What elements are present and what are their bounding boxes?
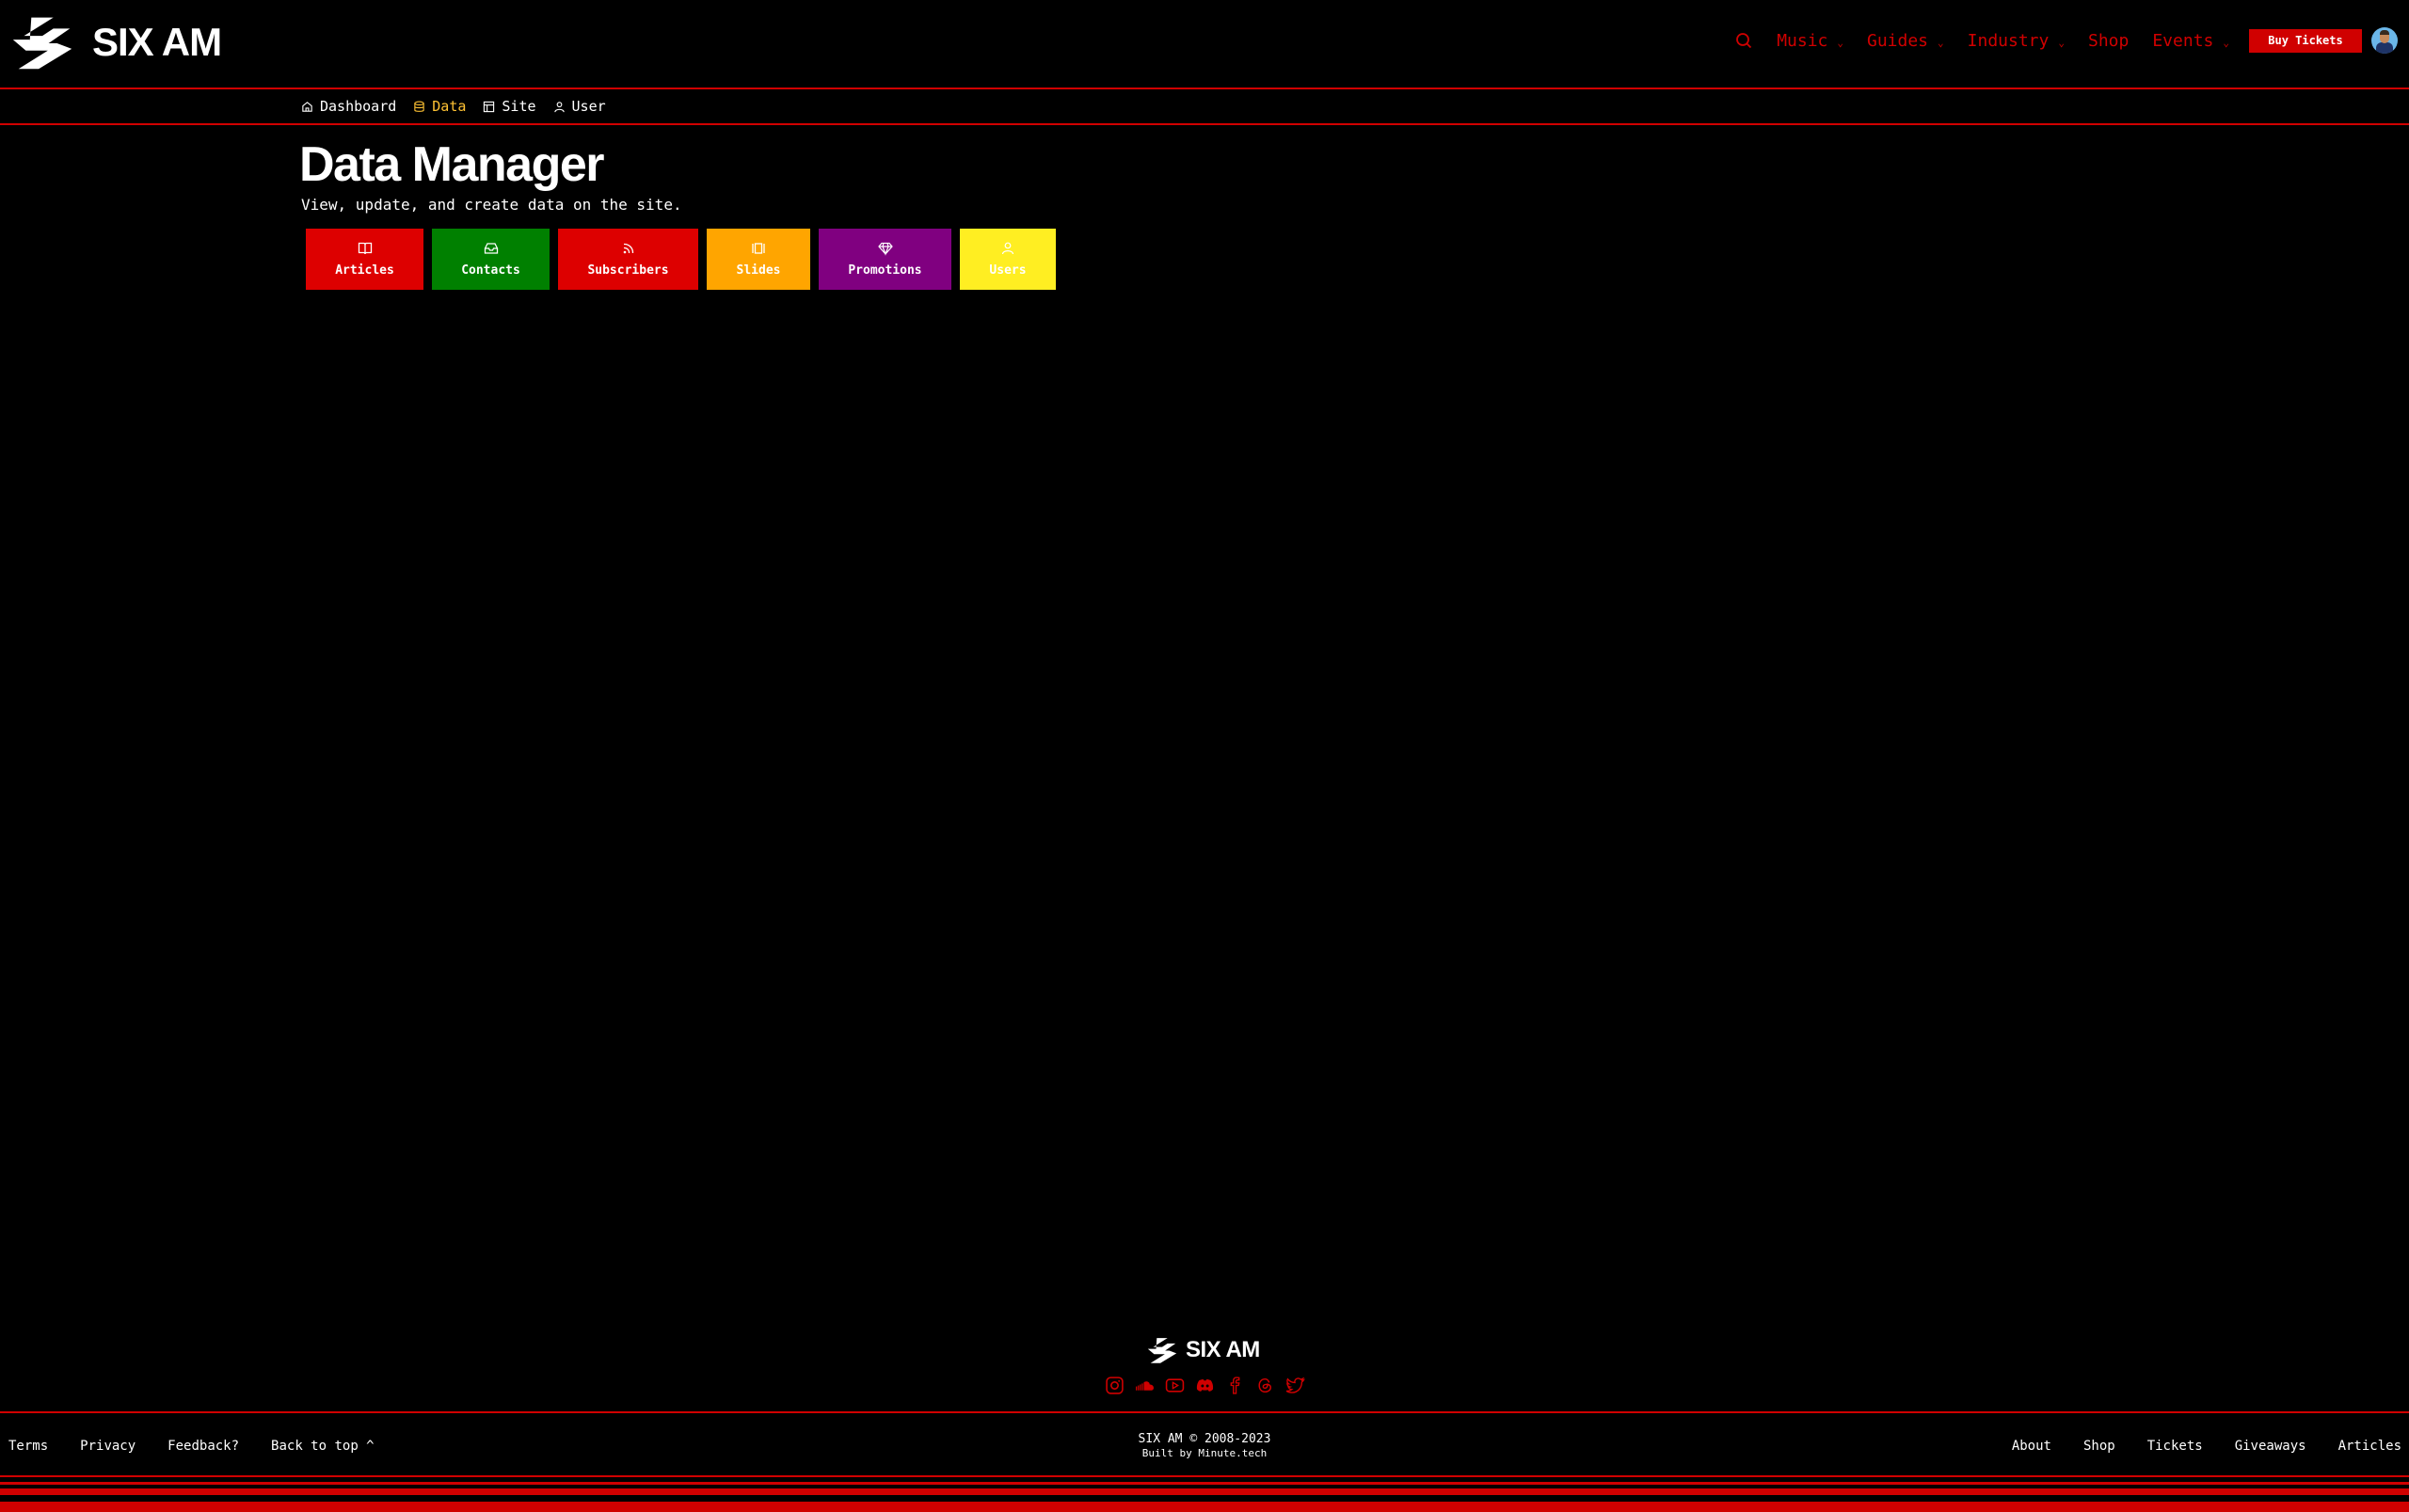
youtube-link[interactable]	[1165, 1376, 1185, 1395]
chevron-down-icon: ⌄	[1837, 37, 1843, 49]
buy-tickets-button[interactable]: Buy Tickets	[2249, 29, 2362, 53]
subnav-item-dashboard[interactable]: Dashboard	[301, 98, 396, 115]
footer-stripe	[0, 1482, 2409, 1485]
footer-right-links: About Shop Tickets Giveaways Articles	[2012, 1439, 2401, 1454]
site-logo[interactable]: SIX AM	[6, 13, 221, 72]
user-icon	[553, 101, 566, 113]
slides-icon	[751, 241, 766, 256]
footer-stripe	[0, 1502, 2409, 1512]
chevron-down-icon: ⌄	[1938, 37, 1944, 49]
site-header: SIX AM Music⌄ Guides⌄ Industry⌄ Shop Eve…	[0, 0, 2409, 89]
footer-link-tickets[interactable]: Tickets	[2147, 1439, 2203, 1454]
tile-articles[interactable]: Articles	[306, 229, 423, 290]
search-button[interactable]	[1733, 30, 1754, 51]
admin-subnav: Dashboard Data Site User	[0, 90, 2409, 125]
main-nav: Music⌄ Guides⌄ Industry⌄ Shop Events⌄ Bu…	[1733, 24, 2398, 56]
footer-link-giveaways[interactable]: Giveaways	[2235, 1439, 2306, 1454]
tile-promotions[interactable]: Promotions	[819, 229, 951, 290]
nav-item-shop[interactable]: Shop	[2088, 31, 2129, 51]
tile-slides[interactable]: Slides	[707, 229, 810, 290]
discord-link[interactable]	[1195, 1376, 1215, 1395]
footer-stripe	[0, 1488, 2409, 1495]
subnav-item-data[interactable]: Data	[413, 98, 466, 115]
tile-subscribers[interactable]: Subscribers	[558, 229, 698, 290]
twitter-link[interactable]	[1285, 1376, 1305, 1395]
nav-item-events[interactable]: Events⌄	[2152, 31, 2229, 51]
facebook-icon	[1225, 1376, 1245, 1395]
nav-item-guides[interactable]: Guides⌄	[1867, 31, 1944, 51]
twitter-icon	[1285, 1376, 1305, 1395]
social-links	[1105, 1376, 1305, 1395]
footer-link-articles[interactable]: Articles	[2338, 1439, 2401, 1454]
footer-stripe	[0, 1475, 2409, 1477]
tile-contacts[interactable]: Contacts	[432, 229, 550, 290]
inbox-icon	[484, 241, 499, 256]
footer-logo-text: SIX AM	[1186, 1337, 1260, 1363]
tile-users[interactable]: Users	[960, 229, 1056, 290]
nav-item-industry[interactable]: Industry⌄	[1968, 31, 2065, 51]
page-title: Data Manager	[299, 136, 603, 193]
six-am-logo-icon	[1144, 1336, 1180, 1364]
layout-icon	[483, 101, 495, 113]
data-tiles: Articles Contacts Subscribers Slides Pro…	[306, 229, 1056, 290]
user-icon	[1000, 241, 1015, 256]
instagram-icon	[1105, 1376, 1125, 1395]
chevron-down-icon: ⌄	[2058, 37, 2065, 49]
search-icon	[1735, 32, 1752, 49]
database-icon	[413, 101, 425, 113]
threads-icon	[1255, 1376, 1275, 1395]
six-am-logo-icon	[6, 13, 79, 72]
footer-link-shop[interactable]: Shop	[2083, 1439, 2115, 1454]
facebook-link[interactable]	[1225, 1376, 1245, 1395]
nav-item-music[interactable]: Music⌄	[1777, 31, 1843, 51]
soundcloud-link[interactable]	[1135, 1376, 1155, 1395]
subnav-item-site[interactable]: Site	[483, 98, 535, 115]
footer-bar: Terms Privacy Feedback? Back to top ^ SI…	[0, 1411, 2409, 1477]
youtube-icon	[1165, 1376, 1185, 1395]
discord-icon	[1195, 1376, 1215, 1395]
logo-text: SIX AM	[92, 20, 221, 65]
footer-link-about[interactable]: About	[2012, 1439, 2051, 1454]
footer-logo[interactable]: SIX AM	[1144, 1336, 1260, 1364]
book-open-icon	[358, 241, 373, 256]
soundcloud-icon	[1135, 1376, 1155, 1395]
user-avatar[interactable]	[2371, 27, 2398, 54]
rss-icon	[621, 241, 636, 256]
diamond-icon	[878, 241, 893, 256]
subnav-item-user[interactable]: User	[553, 98, 606, 115]
instagram-link[interactable]	[1105, 1376, 1125, 1395]
chevron-down-icon: ⌄	[2223, 37, 2229, 49]
page-subtitle: View, update, and create data on the sit…	[301, 196, 682, 214]
home-icon	[301, 101, 313, 113]
threads-link[interactable]	[1255, 1376, 1275, 1395]
